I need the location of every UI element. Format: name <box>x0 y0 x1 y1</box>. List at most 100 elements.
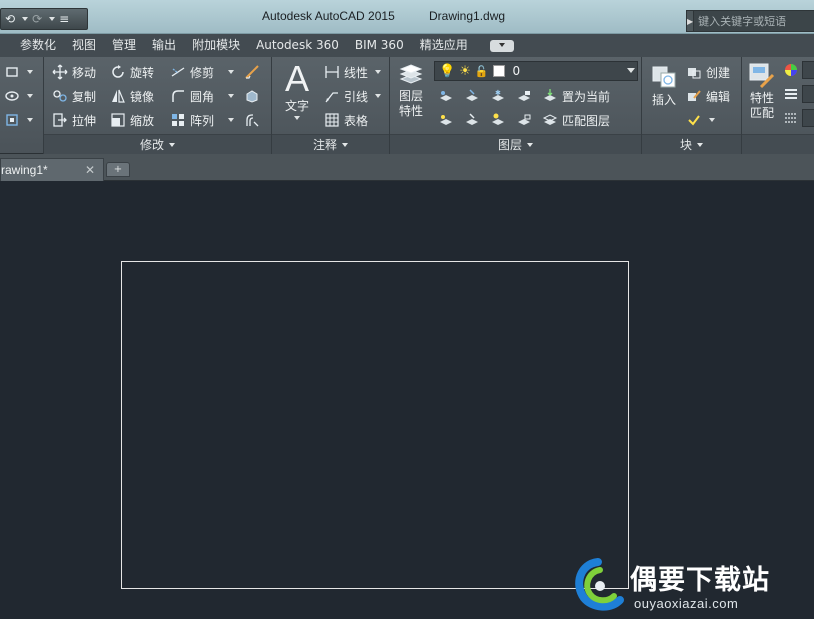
draw-tool-3[interactable] <box>4 110 33 130</box>
text-button[interactable]: A 文字 <box>282 59 312 120</box>
panel-layers: 图层 特性 💡 ☀ 🔓 0 ✱ 置为当前 匹配图层 图层 <box>390 57 642 154</box>
tab-output[interactable]: 输出 <box>144 34 184 57</box>
draw-tool-1[interactable] <box>4 62 33 82</box>
tab-featured-apps[interactable]: 精选应用 <box>412 34 476 57</box>
tab-parametric[interactable]: 参数化 <box>12 34 64 57</box>
layer-off-icon[interactable] <box>438 88 454 104</box>
leader-button[interactable]: 引线 <box>324 86 382 106</box>
set-current-label: 置为当前 <box>562 89 611 104</box>
edit-block-icon <box>688 90 701 101</box>
move-button[interactable]: 移动 <box>52 62 96 82</box>
tab-view[interactable]: 视图 <box>64 34 104 57</box>
stretch-button[interactable]: 拉伸 <box>52 110 96 130</box>
new-drawing-tab-button[interactable]: + <box>106 162 130 177</box>
panel-annotation: A 文字 线性 引线 表格 注释 <box>272 57 390 154</box>
layer-isolate-icon[interactable] <box>464 88 480 104</box>
explode-button[interactable] <box>244 86 260 106</box>
mirror-button[interactable]: 镜像 <box>110 86 154 106</box>
svg-text:✱: ✱ <box>495 89 501 97</box>
match-layer-icon <box>542 114 558 125</box>
expand-caret-icon <box>527 142 533 147</box>
redo-icon[interactable]: ⟳ <box>32 12 42 26</box>
set-current-button[interactable]: 置为当前 <box>542 88 610 105</box>
tab-bim-360[interactable]: BIM 360 <box>347 34 412 57</box>
layer-color-swatch <box>492 65 505 77</box>
watermark-logo <box>575 558 624 611</box>
linetype-dropdown[interactable] <box>802 109 814 127</box>
layer-properties-button[interactable]: 图层 特性 <box>394 61 428 119</box>
undo-dropdown-icon[interactable] <box>22 17 29 21</box>
color-wheel-icon[interactable] <box>784 63 798 77</box>
edit-block-button[interactable]: 编辑 <box>686 86 730 106</box>
move-label: 移动 <box>72 65 97 80</box>
offset-button[interactable] <box>244 110 260 130</box>
customize-qat-icon[interactable]: ≡ <box>59 12 69 26</box>
layer-freeze-icon[interactable]: ✱ <box>490 88 506 104</box>
tab-manage[interactable]: 管理 <box>104 34 144 57</box>
array-button[interactable]: 阵列 <box>170 110 235 130</box>
layer-unisolate-icon[interactable] <box>464 112 480 128</box>
table-button[interactable]: 表格 <box>324 110 368 130</box>
title-bar: ⟲ ⟳ ≡ Autodesk AutoCAD 2015 Drawing1.dwg… <box>0 0 814 34</box>
create-block-button[interactable]: 创建 <box>686 62 730 82</box>
rotate-label: 旋转 <box>130 65 155 80</box>
rotate-button[interactable]: 旋转 <box>110 62 154 82</box>
fillet-icon <box>172 90 184 102</box>
layer-thaw-icon[interactable] <box>490 112 506 128</box>
array-icon <box>172 114 184 126</box>
linear-label: 线性 <box>344 65 369 80</box>
close-icon[interactable]: ✕ <box>85 163 95 177</box>
leader-label: 引线 <box>344 89 369 104</box>
linear-dim-button[interactable]: 线性 <box>324 62 382 82</box>
layers-panel-title: 图层 <box>497 138 522 152</box>
chevron-down-icon <box>627 68 635 73</box>
file-tab-drawing1[interactable]: rawing1* ✕ <box>0 158 104 181</box>
annotation-panel-footer[interactable]: 注释 <box>272 134 389 154</box>
panel-properties: 特性 匹配 <box>742 57 814 154</box>
draw-tool-2[interactable] <box>4 86 33 106</box>
undo-icon[interactable]: ⟲ <box>5 12 15 26</box>
tab-addins[interactable]: 附加模块 <box>184 34 248 57</box>
document-title: Drawing1.dwg <box>429 9 506 23</box>
match-properties-button[interactable]: 特性 匹配 <box>744 61 780 121</box>
trim-button[interactable]: 修剪 <box>170 62 235 82</box>
fillet-button[interactable]: 圆角 <box>170 86 235 106</box>
tab-autodesk-360[interactable]: Autodesk 360 <box>248 34 347 57</box>
insert-block-button[interactable]: 插入 <box>646 61 682 108</box>
trim-icon <box>171 67 185 77</box>
site-watermark: 偶要下载站 ouyaoxiazai.com <box>568 554 814 619</box>
copy-button[interactable]: 复制 <box>52 86 96 106</box>
layers-panel-footer[interactable]: 图层 <box>390 134 641 154</box>
create-label: 创建 <box>706 65 731 80</box>
modify-panel-title: 修改 <box>139 138 164 152</box>
layer-dropdown[interactable]: 💡 ☀ 🔓 0 <box>434 61 638 81</box>
redo-dropdown-icon[interactable] <box>49 17 56 21</box>
set-current-icon <box>544 89 556 101</box>
linetype-icon[interactable] <box>784 111 798 125</box>
layer-stack-icon <box>399 64 423 84</box>
block-panel-footer[interactable]: 块 <box>642 134 741 154</box>
file-tab-bar: rawing1* ✕ + <box>0 154 814 181</box>
layer-unlock-icon[interactable] <box>516 112 532 128</box>
copy-label: 复制 <box>72 89 97 104</box>
layer-on-icon[interactable] <box>438 112 454 128</box>
text-dropdown-icon <box>294 116 300 120</box>
match-layer-button[interactable]: 匹配图层 <box>542 112 610 129</box>
ribbon-minimize-icon[interactable] <box>489 39 514 52</box>
help-search-input[interactable] <box>694 10 814 32</box>
lineweight-dropdown[interactable] <box>802 85 814 103</box>
scale-button[interactable]: 缩放 <box>110 110 154 130</box>
search-expand-icon[interactable]: ▶ <box>686 10 695 32</box>
layout-viewport-rectangle[interactable] <box>121 261 629 589</box>
layer-lock-icon[interactable] <box>516 88 532 104</box>
rotate-icon <box>112 65 124 78</box>
properties-panel-footer[interactable] <box>742 134 814 154</box>
erase-icon <box>245 65 259 79</box>
current-layer-name: 0 <box>512 64 521 78</box>
block-attribute-button[interactable] <box>686 110 715 130</box>
array-label: 阵列 <box>190 113 215 128</box>
modify-panel-footer[interactable]: 修改 <box>44 134 271 154</box>
lineweight-icon[interactable] <box>784 87 798 101</box>
color-dropdown[interactable] <box>802 61 814 79</box>
erase-button[interactable] <box>244 62 260 82</box>
